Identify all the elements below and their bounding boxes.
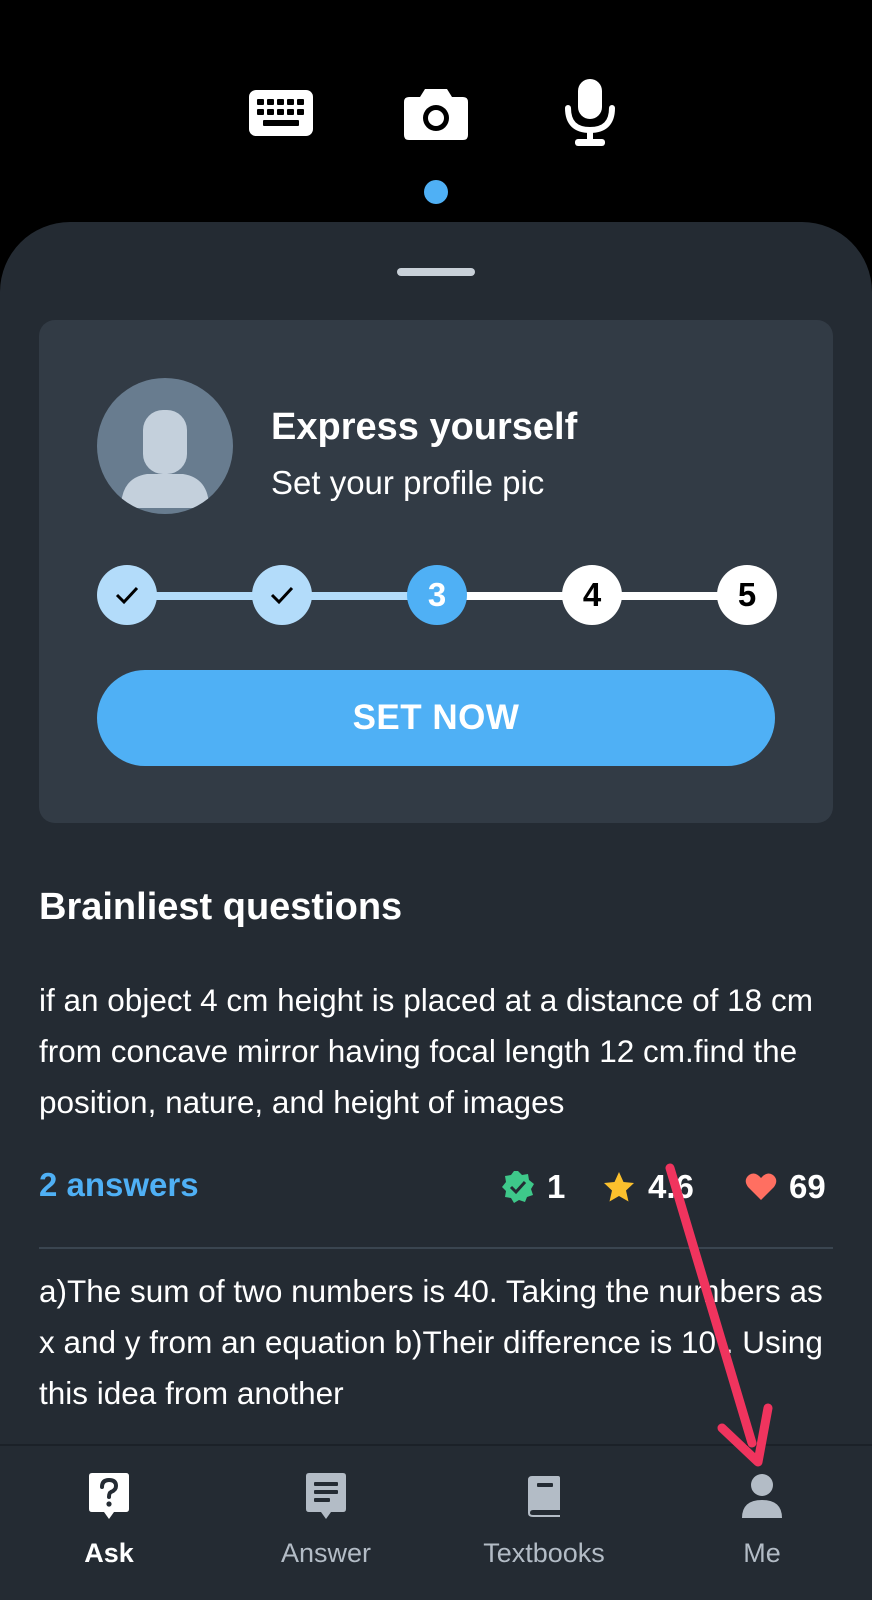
card-title: Express yourself	[271, 406, 578, 448]
section-title: Brainliest questions	[39, 886, 403, 928]
star-icon	[604, 1172, 634, 1202]
rating-value: 4.6	[648, 1168, 694, 1205]
bottom-tab-bar: Ask Answer Textbooks Me	[0, 1444, 872, 1600]
tab-answer[interactable]: Answer	[226, 1466, 426, 1586]
card-subtitle: Set your profile pic	[271, 464, 545, 501]
checkmark-icon	[270, 586, 294, 605]
heart-icon	[745, 1173, 777, 1200]
tab-textbooks-label: Textbooks	[483, 1538, 605, 1568]
tab-answer-label: Answer	[280, 1538, 372, 1568]
tab-me[interactable]: Me	[662, 1466, 862, 1586]
step-5: 5	[717, 565, 777, 625]
tab-textbooks[interactable]: Textbooks	[444, 1466, 644, 1586]
active-mode-indicator	[424, 180, 448, 204]
camera-icon	[404, 89, 468, 140]
question-text[interactable]: a)The sum of two numbers is 40. Taking t…	[39, 1266, 839, 1419]
textbook-icon	[528, 1476, 560, 1517]
bottom-sheet: Express yourself Set your profile pic 3 …	[0, 222, 872, 1444]
question-text[interactable]: if an object 4 cm height is placed at a …	[39, 975, 839, 1128]
question-divider	[39, 1247, 833, 1249]
tab-ask-label: Ask	[84, 1538, 134, 1568]
step-1-done	[97, 565, 157, 625]
rating-stat: 4.6	[602, 1168, 694, 1206]
microphone-mode-button[interactable]	[550, 78, 630, 148]
ask-icon	[89, 1473, 129, 1519]
tab-ask[interactable]: Ask	[9, 1466, 209, 1586]
profile-progress-card: Express yourself Set your profile pic 3 …	[39, 320, 833, 823]
profile-icon	[742, 1474, 782, 1518]
microphone-icon	[565, 79, 615, 146]
verified-answers-stat: 1	[501, 1168, 565, 1206]
camera-mode-button[interactable]	[396, 78, 476, 148]
likes-stat: 69	[745, 1168, 826, 1206]
avatar[interactable]	[97, 378, 233, 514]
tab-me-label: Me	[743, 1538, 781, 1568]
avatar-placeholder-icon	[121, 410, 209, 508]
answer-icon	[306, 1473, 346, 1519]
verified-badge-icon	[502, 1171, 534, 1203]
step-4: 4	[562, 565, 622, 625]
progress-stepper: 3 4 5	[97, 565, 777, 627]
step-2-done	[252, 565, 312, 625]
verified-count: 1	[547, 1168, 566, 1205]
sheet-drag-handle[interactable]	[397, 268, 475, 276]
input-mode-bar	[0, 0, 872, 230]
question-meta: 2 answers 1 4.6 69	[39, 1166, 833, 1208]
checkmark-icon	[115, 586, 139, 605]
keyboard-icon	[249, 90, 313, 136]
step-3-current: 3	[407, 565, 467, 625]
likes-count: 69	[789, 1168, 826, 1205]
set-now-button[interactable]: SET NOW	[97, 670, 775, 766]
keyboard-mode-button[interactable]	[241, 78, 321, 148]
answers-count-link[interactable]: 2 answers	[39, 1166, 199, 1204]
